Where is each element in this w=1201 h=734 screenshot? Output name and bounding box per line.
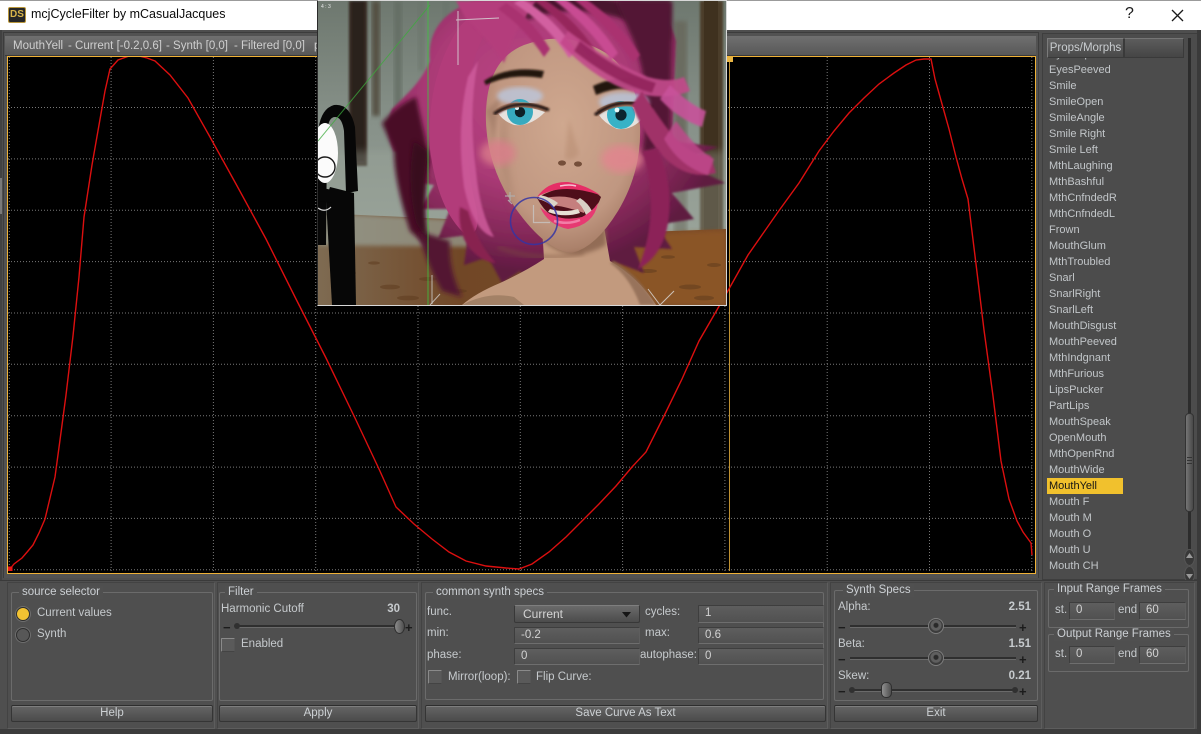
svg-text:4 : 3: 4 : 3 — [321, 4, 331, 10]
